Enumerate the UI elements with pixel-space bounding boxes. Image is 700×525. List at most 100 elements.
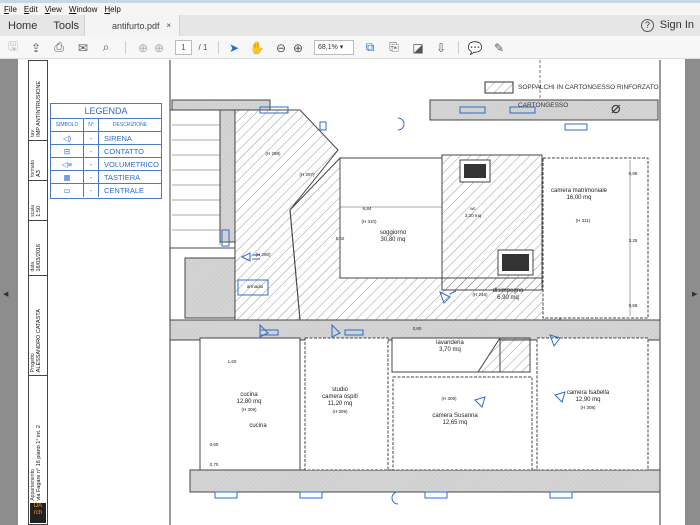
- tab-home[interactable]: Home: [0, 20, 45, 32]
- room-label-camera-matrimoniale: camera matrimoniale 16,00 mq: [550, 188, 608, 201]
- hatch-key-label: SOPPALCHI IN CARTONGESSO RINFORZATO: [518, 84, 659, 91]
- email-icon[interactable]: ✉: [76, 40, 90, 55]
- save-icon[interactable]: 🖫: [6, 39, 20, 55]
- title-cell-formato: formato A3: [29, 141, 47, 181]
- window-contact-icon: [564, 123, 588, 131]
- previous-page-icon[interactable]: ⊕: [136, 40, 150, 55]
- floor-plan: [169, 60, 661, 525]
- room-label-wc: wc 3,20 mq: [464, 206, 482, 218]
- legend-row: ⊟ - CONTATTO: [51, 145, 161, 158]
- window-contact-icon: [299, 491, 323, 499]
- rotate-icon[interactable]: ⎘: [388, 40, 400, 55]
- dimension-label: 5,02: [335, 236, 345, 241]
- title-cell-appartamento: Appartamento via Fagare n° 16 piano 1° in…: [30, 425, 42, 501]
- bathtub-fill: [464, 164, 486, 178]
- page-number-input[interactable]: 1: [175, 40, 192, 55]
- title-cell-data: data 16/03/2016: [29, 221, 47, 276]
- dimension-label: 0,60: [412, 326, 422, 331]
- left-panel-toggle-icon[interactable]: ◀: [3, 290, 8, 298]
- north-arrow-icon: ⌀: [611, 100, 621, 117]
- tab-document[interactable]: antifurto.pdf ×: [84, 15, 180, 36]
- hatch-key-label: CARTONGESSO: [518, 102, 569, 109]
- sign-pen-icon[interactable]: ✎: [492, 40, 506, 55]
- room-soggiorno: [339, 157, 443, 279]
- search-icon[interactable]: ⌕: [99, 40, 113, 55]
- room-height: (H 246): [472, 292, 488, 297]
- room-label-camera-susanna: camera Susanna 12,65 mq: [432, 413, 478, 426]
- room-height: (H 297): [299, 172, 315, 177]
- room-height: (H 309): [441, 396, 457, 401]
- toolbar: 🖫 ⇪ ⎙ ✉ ⌕ ⊕ ⊕ 1 / 1 ➤ ✋ ⊖ ⊕ 68,1% ▾ ⧉ ⎘ …: [0, 36, 700, 59]
- legend-row: ◁≡ - VOLUMETRICO: [51, 158, 161, 171]
- shower-fill: [502, 254, 529, 271]
- volumetric-icon: ◁≡: [51, 158, 84, 170]
- next-page-icon[interactable]: ⊕: [152, 40, 166, 55]
- dimension-label: 6,84: [362, 206, 372, 211]
- keypad-icon: ▦: [51, 171, 84, 183]
- room-label-soggiorno: soggiorno 30,80 mq: [379, 230, 407, 243]
- menu-window[interactable]: Window: [69, 5, 97, 14]
- dimension-label: 0,70: [209, 462, 219, 467]
- contact-icon: [319, 121, 327, 131]
- wall: [189, 469, 661, 493]
- room-label-cucina-secondary: cucina: [249, 423, 267, 429]
- room-height: (H 310): [361, 219, 377, 224]
- room-label-disimpegno: disimpegno 6,90 mq: [492, 288, 524, 301]
- dimension-label: 1,60: [227, 359, 237, 364]
- menu-view[interactable]: View: [45, 5, 62, 14]
- room-label-studio: studio camera ospiti 11,20 mq (H 309): [322, 387, 358, 414]
- hand-tool-icon[interactable]: ✋: [250, 40, 265, 55]
- title-cell-tav: tav. IMP ANTINTRUSIONE: [29, 61, 47, 141]
- dimension-label: 0,60: [209, 442, 219, 447]
- zoom-level: 68,1%: [318, 44, 338, 51]
- page-total: / 1: [198, 43, 208, 52]
- divider: [218, 41, 219, 54]
- divider: [125, 41, 126, 54]
- room-height: (H 290): [255, 252, 271, 257]
- select-cursor-icon[interactable]: ➤: [228, 40, 240, 55]
- tab-tools[interactable]: Tools: [45, 20, 87, 32]
- siren-icon: ◁): [51, 132, 84, 144]
- dimension-label: 0,68: [628, 303, 638, 308]
- sign-in-link[interactable]: Sign In: [660, 19, 694, 31]
- help-icon[interactable]: ?: [641, 19, 654, 32]
- wall: [171, 99, 271, 111]
- control-panel-icon: ▭: [51, 184, 84, 197]
- room-label-camera-isabella: camera Isabella 12,90 mq (H 308): [566, 390, 610, 410]
- window-contact-icon: [424, 491, 448, 499]
- legend-row: ▭ - CENTRALE: [51, 184, 161, 197]
- legend-table: LEGENDA SIMBOLO N° DESCRIZIONE ◁) - SIRENA ⊟…: [50, 103, 162, 199]
- siren-icon: [391, 491, 399, 505]
- full-screen-icon[interactable]: ◪: [412, 40, 424, 55]
- fit-page-icon[interactable]: ⧉: [364, 40, 376, 55]
- title-cell-progetto: Progetto ALESSANDRO CATASTA: [29, 276, 47, 376]
- menu-file[interactable]: File: [4, 5, 17, 14]
- contact-icon: ⊟: [51, 145, 84, 157]
- menu-bar: File Edit View Window Help: [0, 3, 700, 15]
- siren-icon: [397, 117, 405, 131]
- comment-icon[interactable]: 💬: [468, 40, 483, 55]
- room-height: (H 311): [575, 218, 591, 223]
- zoom-in-icon[interactable]: ⊕: [291, 40, 305, 55]
- tab-bar: Home Tools antifurto.pdf × ? Sign In: [0, 15, 700, 36]
- zoom-out-icon[interactable]: ⊖: [274, 40, 288, 55]
- divider: [458, 41, 459, 54]
- zoom-level-select[interactable]: 68,1% ▾: [314, 40, 354, 55]
- studio-logo: DA rch: [30, 503, 46, 523]
- title-block: tav. IMP ANTINTRUSIONE formato A3 scala 1:5…: [28, 60, 48, 525]
- print-icon[interactable]: ⎙: [52, 40, 66, 55]
- document-tab-label: antifurto.pdf: [112, 20, 160, 31]
- legend-title: LEGENDA: [51, 104, 161, 119]
- scroll-mode-icon[interactable]: ⇩: [434, 40, 448, 55]
- room-label-armadio: armadio: [246, 284, 264, 289]
- close-tab-icon[interactable]: ×: [166, 21, 171, 30]
- dimension-label: 0,89: [628, 171, 638, 176]
- menu-edit[interactable]: Edit: [24, 5, 38, 14]
- window-contact-icon: [549, 491, 573, 499]
- room-label-lavanderia: lavanderia 3,70 mq: [436, 340, 464, 353]
- cloud-upload-icon[interactable]: ⇪: [29, 40, 43, 55]
- right-panel-toggle-icon[interactable]: ▶: [692, 290, 697, 298]
- legend-row: ◁) - SIRENA: [51, 132, 161, 145]
- menu-help[interactable]: Help: [104, 5, 120, 14]
- window-contact-icon: [214, 491, 238, 499]
